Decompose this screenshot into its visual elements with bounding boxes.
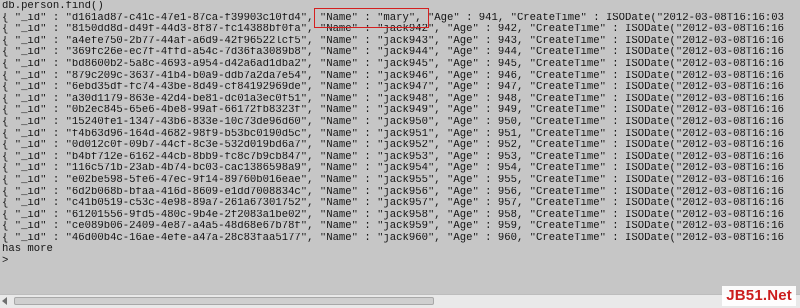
output-line: { "_id" : "15240fe1-1347-43b6-833e-10c73… bbox=[2, 116, 784, 128]
output-line: { "_id" : "6d2b068b-bfaa-416d-8609-e1dd7… bbox=[2, 186, 784, 198]
output-line: { "_id" : "879c209c-3637-41b4-b0a9-ddb7a… bbox=[2, 70, 784, 82]
name-mary-highlight bbox=[314, 8, 429, 28]
prompt-line: > bbox=[2, 256, 9, 268]
output-line: { "_id" : "116c571b-23ab-4b74-bc03-cac13… bbox=[2, 163, 784, 175]
output-line: { "_id" : "ce089b06-2409-4e87-a4a5-48d68… bbox=[2, 221, 784, 233]
output-line: { "_id" : "a4efe750-2b77-44af-a6d9-42f96… bbox=[2, 35, 784, 47]
output-line: { "_id" : "c41b0519-c53c-4e98-89a7-261a6… bbox=[2, 198, 784, 210]
output-line: { "_id" : "bd8600b2-5a8c-4693-a954-d42a6… bbox=[2, 58, 784, 70]
scrollbar-thumb[interactable] bbox=[14, 297, 434, 305]
output-line: { "_id" : "61201556-9fd5-480c-9b4e-2f208… bbox=[2, 209, 784, 221]
output-line: { "_id" : "e02be598-5fe6-47ec-9f14-89760… bbox=[2, 174, 784, 186]
watermark-logo: JB51.Net bbox=[722, 286, 796, 306]
output-line: { "_id" : "6ebd35df-fc74-43be-8d49-cf841… bbox=[2, 82, 784, 94]
output-line: { "_id" : "a30d1179-863e-42d4-be81-dc01a… bbox=[2, 93, 784, 105]
console-output[interactable]: db.person.find(){ "_id" : "d161ad87-c41c… bbox=[0, 0, 800, 294]
console-text: db.person.find(){ "_id" : "d161ad87-c41c… bbox=[2, 1, 800, 268]
horizontal-scrollbar[interactable] bbox=[0, 294, 800, 308]
output-line: has more bbox=[2, 244, 53, 256]
output-line: { "_id" : "46d00b4c-16ae-4efe-a47a-28c83… bbox=[2, 232, 784, 244]
output-line: { "_id" : "0d012c0f-09b7-44cf-8c3e-532d0… bbox=[2, 140, 784, 152]
output-line: { "_id" : "f4b63d96-164d-4682-98f9-b53bc… bbox=[2, 128, 784, 140]
output-line: { "_id" : "b4bf712e-6162-44cb-8bb9-fc8c7… bbox=[2, 151, 784, 163]
output-line: { "_id" : "369fc26e-ec7f-4ffd-a54c-7d36f… bbox=[2, 47, 784, 59]
output-line: { "_id" : "0b2ec845-65e6-4be8-99af-66172… bbox=[2, 105, 784, 117]
scroll-left-arrow-icon[interactable] bbox=[2, 297, 7, 305]
